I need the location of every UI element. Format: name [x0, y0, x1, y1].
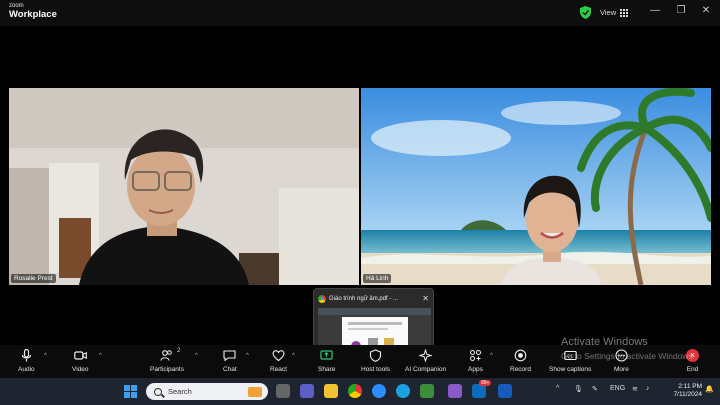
chat-label: Chat: [223, 366, 237, 373]
minimize-button[interactable]: —: [647, 5, 663, 16]
audio-button[interactable]: Audio: [18, 349, 35, 373]
react-label: React: [270, 366, 287, 373]
notification-bell-icon[interactable]: 🔔: [705, 385, 714, 393]
taskbar-clock[interactable]: 2:11 PM 7/11/2024: [664, 383, 702, 399]
tray-overflow-caret[interactable]: ^: [556, 385, 559, 392]
share-preview-header: Giáo trình ngữ âm.pdf - ... ✕: [318, 293, 429, 304]
view-button[interactable]: View: [600, 8, 629, 17]
chrome-icon: [318, 294, 326, 303]
video-tile-rosalie[interactable]: Rosalie Prest: [9, 88, 359, 285]
audio-options-caret[interactable]: ^: [44, 353, 47, 359]
react-options-caret[interactable]: ^: [292, 353, 295, 359]
microphone-icon: [21, 349, 31, 362]
participant-video-1: [9, 88, 359, 285]
host-tools-label: Host tools: [361, 366, 390, 373]
share-preview-close-button[interactable]: ✕: [422, 294, 429, 303]
participants-icon: [160, 350, 173, 361]
end-label: End: [686, 366, 699, 373]
camera-icon: [73, 351, 87, 360]
activate-windows-title: Activate Windows: [561, 336, 648, 348]
brand-line2: Workplace: [9, 9, 57, 20]
apps-icon: [469, 350, 481, 361]
show-captions-label: Show captions: [549, 366, 592, 373]
record-button[interactable]: Record: [510, 349, 531, 373]
search-icon: [154, 387, 162, 396]
heart-icon: [272, 350, 285, 362]
share-preview-title: Giáo trình ngữ âm.pdf - ...: [329, 295, 399, 302]
restore-button[interactable]: ❐: [673, 5, 689, 16]
edge-icon[interactable]: [396, 384, 410, 398]
task-view-icon[interactable]: [276, 384, 290, 398]
pen-icon[interactable]: ✎: [592, 385, 598, 393]
tray-language[interactable]: ENG: [610, 385, 625, 392]
app-icon[interactable]: [448, 384, 462, 398]
audio-label: Audio: [18, 366, 35, 373]
zoom-taskbar-icon[interactable]: [372, 384, 386, 398]
ai-companion-label: AI Companion: [405, 366, 447, 373]
more-label: More: [614, 366, 629, 373]
chat-button[interactable]: Chat: [223, 349, 237, 373]
video-button[interactable]: Video: [72, 349, 89, 373]
video-options-caret[interactable]: ^: [99, 353, 102, 359]
apps-button[interactable]: Apps: [468, 349, 483, 373]
chat-options-caret[interactable]: ^: [246, 353, 249, 359]
search-highlight-icon: [248, 386, 262, 397]
video-tile-ha-linh[interactable]: Hà Linh: [361, 88, 711, 285]
share-screen-icon: [320, 350, 333, 360]
shield-icon: [369, 349, 382, 362]
ai-companion-button[interactable]: AI Companion: [405, 349, 446, 373]
participants-label: Participants: [150, 366, 184, 373]
chat-icon: [223, 350, 236, 362]
apps-options-caret[interactable]: ^: [490, 353, 493, 359]
meeting-toolbar: Audio ^ Video ^ Participants 2 ^ Chat ^ …: [0, 345, 720, 378]
close-window-button[interactable]: ✕: [698, 5, 714, 16]
activate-windows-subtitle: Go to Settings to activate Windows.: [561, 351, 696, 361]
shield-icon[interactable]: [580, 6, 591, 19]
clock-time: 2:11 PM: [678, 383, 702, 390]
participant-name-label: Rosalie Prest: [11, 274, 56, 283]
file-explorer-icon[interactable]: [324, 384, 338, 398]
sparkle-icon: [419, 349, 433, 362]
video-label: Video: [72, 366, 89, 373]
taskbar-search-box[interactable]: Search: [146, 383, 268, 400]
teams-icon[interactable]: [300, 384, 314, 398]
participants-count-badge: 2: [177, 348, 181, 354]
windows-taskbar: Search 99+ ^ 🎙 ✎ ENG ≋ ♪ 2:11 PM 7/11/20…: [0, 378, 720, 405]
record-icon: [514, 349, 527, 362]
participant-name-label: Hà Linh: [363, 274, 392, 283]
tray-microphone-icon[interactable]: 🎙: [574, 385, 583, 393]
share-label: Share: [318, 366, 336, 373]
share-button[interactable]: Share: [318, 349, 335, 373]
outlook-icon[interactable]: [472, 384, 486, 398]
word-icon[interactable]: [498, 384, 512, 398]
app-brand: zoom Workplace: [9, 3, 57, 20]
react-button[interactable]: React: [270, 349, 287, 373]
host-tools-button[interactable]: Host tools: [361, 349, 390, 373]
wifi-icon[interactable]: ≋: [632, 385, 638, 393]
view-label: View: [600, 8, 617, 17]
store-icon[interactable]: [420, 384, 434, 398]
search-placeholder: Search: [168, 387, 192, 396]
windows-start-icon[interactable]: [124, 385, 137, 398]
title-bar: zoom Workplace View — ❐ ✕: [0, 0, 720, 26]
chrome-taskbar-icon[interactable]: [348, 384, 362, 398]
clock-date: 7/11/2024: [673, 391, 702, 399]
apps-label: Apps: [468, 366, 483, 373]
record-label: Record: [510, 366, 531, 373]
notification-count-badge: 99+: [479, 380, 492, 386]
grid-icon: [620, 8, 629, 17]
volume-icon[interactable]: ♪: [646, 385, 650, 392]
participants-options-caret[interactable]: ^: [195, 353, 198, 359]
participant-video-2: [361, 88, 711, 285]
